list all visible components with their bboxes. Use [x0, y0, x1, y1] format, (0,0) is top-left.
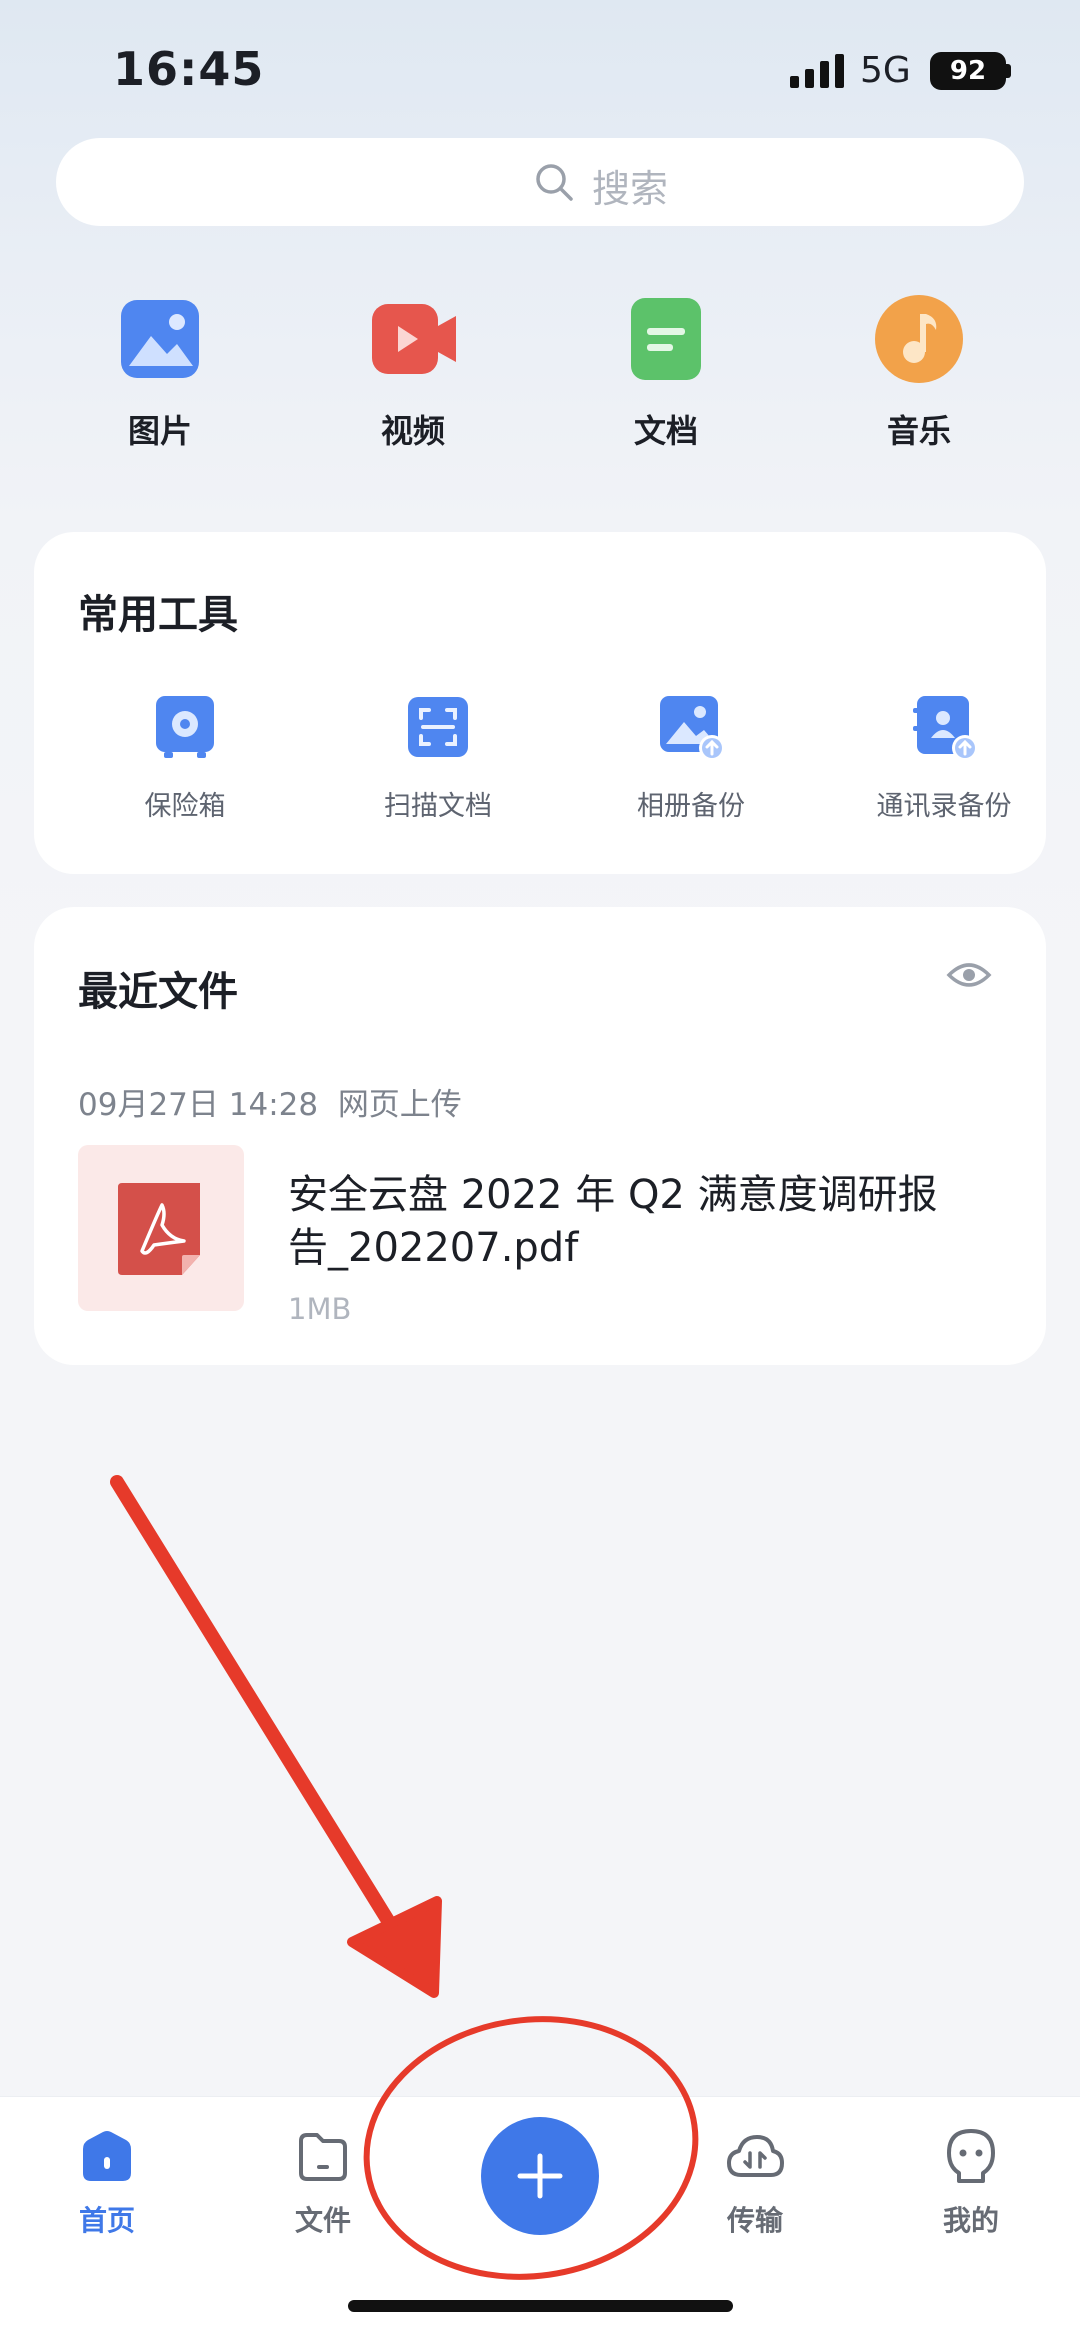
category-documents[interactable]: 文档: [566, 290, 766, 460]
contacts-backup-icon: [913, 696, 978, 761]
eye-icon[interactable]: [946, 959, 992, 991]
category-label: 视频: [380, 412, 445, 450]
battery-tip: [1006, 64, 1011, 78]
category-label: 音乐: [886, 412, 951, 450]
annotation-arrow-head: [347, 1896, 442, 1998]
tools-title: 常用工具: [78, 592, 238, 638]
scan-icon: [408, 697, 468, 757]
nav-label: 我的: [942, 2204, 999, 2237]
network-label: 5G: [860, 50, 911, 91]
tool-contacts-backup[interactable]: 通讯录备份: [819, 692, 1069, 832]
profile-icon: [947, 2129, 995, 2183]
tool-label: 通讯录备份: [876, 791, 1012, 822]
category-images[interactable]: 图片: [60, 290, 260, 460]
category-videos[interactable]: 视频: [313, 290, 513, 460]
image-icon: [121, 300, 199, 378]
tool-label: 扫描文档: [384, 791, 492, 822]
nav-item-transfer[interactable]: 传输: [675, 2127, 835, 2257]
nav-label: 首页: [78, 2204, 135, 2237]
home-icon: [83, 2131, 131, 2181]
album-backup-icon: [660, 696, 725, 761]
category-label: 文档: [633, 412, 698, 450]
upload-date: 09月27日 14:28: [78, 1087, 319, 1123]
search-bar[interactable]: 搜索: [56, 138, 1024, 226]
tool-album-backup[interactable]: 相册备份: [566, 692, 816, 832]
music-icon: [875, 295, 963, 383]
nav-item-profile[interactable]: 我的: [891, 2127, 1051, 2257]
file-thumbnail[interactable]: [78, 1145, 244, 1311]
recent-files-title: 最近文件: [78, 969, 238, 1015]
document-icon: [631, 298, 701, 380]
recent-meta: 09月27日 14:28 网页上传: [78, 1079, 462, 1124]
category-music[interactable]: 音乐: [819, 290, 1019, 460]
category-label: 图片: [127, 412, 192, 450]
home-indicator: [348, 2300, 733, 2312]
tool-safe[interactable]: 保险箱: [60, 692, 310, 832]
safe-icon: [156, 696, 214, 758]
file-name[interactable]: 安全云盘 2022 年 Q2 满意度调研报告_202207.pdf: [288, 1169, 968, 1275]
nav-item-home[interactable]: 首页: [27, 2127, 187, 2257]
tool-label: 保险箱: [144, 791, 226, 822]
tools-card: 常用工具 保险箱 扫描文档 相册备份 通讯录备份: [34, 532, 1046, 874]
annotation-arrow-shaft: [110, 1475, 407, 1947]
recent-files-card: 最近文件 09月27日 14:28 网页上传 安全云盘 2022 年 Q2 满意…: [34, 907, 1046, 1365]
status-bar: 16:45 5G 92: [0, 0, 1080, 140]
tool-scan[interactable]: 扫描文档: [313, 692, 563, 832]
search-icon: [536, 164, 573, 201]
battery-indicator: 92: [930, 52, 1006, 90]
add-button[interactable]: [481, 2117, 599, 2235]
search-placeholder: 搜索: [592, 167, 669, 211]
cloud-transfer-icon: [727, 2135, 784, 2177]
plus-icon: [517, 2153, 563, 2199]
pdf-icon: [118, 1183, 200, 1275]
nav-item-files[interactable]: 文件: [243, 2127, 403, 2257]
folder-icon: [299, 2133, 347, 2181]
nav-label: 文件: [294, 2204, 351, 2237]
status-time: 16:45: [113, 42, 265, 96]
category-grid: 图片 视频 文档 音乐: [0, 290, 1080, 460]
video-icon: [372, 304, 456, 374]
nav-label: 传输: [726, 2204, 783, 2237]
tool-label: 相册备份: [637, 791, 745, 822]
file-size: 1MB: [288, 1292, 352, 1326]
upload-source: 网页上传: [337, 1087, 462, 1123]
signal-icon: [790, 54, 844, 88]
